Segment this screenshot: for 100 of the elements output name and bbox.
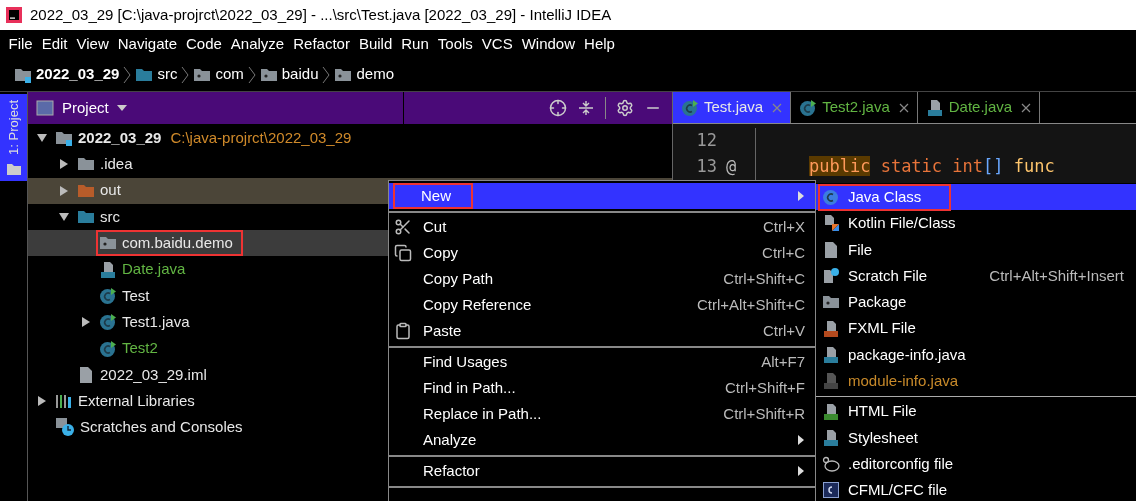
breadcrumb-item[interactable]: src [135,63,178,86]
breadcrumb-item[interactable]: com [193,63,244,86]
menu-item[interactable]: Copy Reference Ctrl+Alt+Shift+C [389,292,815,318]
menu-item[interactable]: Package [816,289,1136,316]
tree-item-label: 2022_03_29 [78,127,162,148]
tree-item-label: Scratches and Consoles [80,417,243,438]
shortcut: Ctrl+Shift+C [723,268,805,289]
cfml-file-icon [822,481,840,500]
close-icon[interactable] [1021,102,1032,113]
menu-bar-item[interactable]: VCS [477,32,518,56]
menu-item[interactable]: Refactor [389,458,815,484]
breadcrumb-separator-icon [247,65,256,84]
dropdown-arrow-icon[interactable] [116,105,127,111]
menu-item[interactable]: package-info.java [816,341,1136,369]
menu-bar-item[interactable]: Tools [433,32,478,56]
menu-item[interactable]: Scratch File Ctrl+Alt+Shift+Insert [816,262,1136,290]
breadcrumb-item[interactable]: demo [334,63,394,86]
shortcut: Ctrl+Alt+Shift+C [697,294,805,315]
menu-item[interactable]: Kotlin File/Class [816,210,1136,237]
expand-arrow-icon[interactable] [58,158,70,171]
tree-item[interactable]: 2022_03_29 C:\java-projrct\2022_03_29 [28,125,672,152]
shortcut: Ctrl+V [762,320,805,341]
menu-bar-item[interactable]: Help [579,32,620,56]
code-line: public static int[] func [809,155,1055,179]
menu-item[interactable]: Find in Path... Ctrl+Shift+F [389,375,815,401]
menu-bar-item[interactable]: Build [354,32,397,56]
class-icon [99,286,117,305]
java-file-icon [822,345,840,364]
menu-item[interactable]: New [389,183,815,209]
menu-item[interactable]: Replace in Path... Ctrl+Shift+R [389,401,815,427]
gutter-mark: @ [724,155,738,179]
fxml-file-icon [822,319,840,338]
tree-item-label: out [100,180,121,201]
project-folder-icon [55,130,73,147]
highlight-frame: New [393,183,473,209]
menu-bar-item[interactable]: Code [181,32,227,56]
tree-item-label: Test2 [122,338,158,359]
menu-item[interactable]: CFML/CFC file [816,477,1136,501]
clipboard-icon [394,322,412,340]
java-file-icon [925,98,944,117]
breadcrumb-item[interactable]: 2022_03_29 [14,63,120,86]
menu-bar-item[interactable]: View [72,32,114,56]
scratches-icon [55,417,75,438]
tool-window-tab[interactable]: 1: Project [0,94,27,181]
expand-arrow-icon[interactable] [36,395,48,408]
folder-icon [135,66,154,83]
java-file-icon [822,372,840,391]
shortcut: Alt+F7 [761,351,805,372]
file-icon [77,365,95,384]
editor-tab[interactable]: Test.java [673,92,792,123]
menu-bar-item[interactable]: Window [517,32,580,56]
menu-bar-item[interactable]: Analyze [226,32,289,56]
close-icon[interactable] [898,102,909,113]
menu-bar-item[interactable]: File [4,32,38,56]
menu-bar-item[interactable]: Navigate [113,32,182,56]
shortcut: Ctrl+Shift+R [723,403,805,424]
shortcut: Ctrl+C [762,242,805,263]
window-title: 2022_03_29 [C:\java-projrct\2022_03_29] - ...\src\Test.java [2022_03_29] - IntelliJ IDEA [30,4,612,25]
tree-item-label: com.baidu.demo [122,233,233,254]
folder-icon [77,156,95,173]
class-icon [99,313,117,332]
menu-bar-item[interactable]: Refactor [288,32,355,56]
submenu-arrow-icon [797,190,805,202]
menu-item[interactable]: Analyze [389,427,815,453]
collapse-all-icon[interactable] [577,99,595,117]
menu-item[interactable]: Copy Path Ctrl+Shift+C [389,266,815,292]
stylesheet-icon [822,428,840,447]
menu-item[interactable]: Stylesheet [816,424,1136,451]
menu-item[interactable]: Paste Ctrl+V [389,318,815,344]
menu-bar-item[interactable]: Edit [37,32,73,56]
tree-item-label: src [100,206,120,227]
menu-item[interactable]: Java Class [816,184,1136,211]
tree-item[interactable]: .idea [28,151,672,178]
menu-item[interactable]: .editorconfig file [816,450,1136,478]
menu-item[interactable]: File [816,236,1136,263]
expand-arrow-icon[interactable] [80,316,92,329]
breadcrumb-separator-icon [181,65,190,84]
menu-item[interactable]: FXML File [816,315,1136,342]
locate-icon[interactable] [549,99,567,117]
package-folder-icon [99,235,117,252]
package-folder-icon [334,66,353,83]
menu-item[interactable]: HTML File [816,398,1136,425]
folder-icon [6,162,21,175]
menu-item[interactable]: Find Usages Alt+F7 [389,349,815,375]
menu-bar-item[interactable]: Run [396,32,434,56]
project-path: C:\java-projrct\2022_03_29 [170,127,352,148]
app-logo-icon [6,7,22,23]
line-number: 13 [695,155,717,179]
tree-item-label: External Libraries [78,390,195,411]
settings-icon[interactable] [616,99,634,117]
panel-title[interactable]: Project [62,96,109,120]
class-icon [99,339,117,358]
expand-arrow-icon[interactable] [58,184,70,197]
class-icon [822,188,840,207]
submenu-arrow-icon [797,434,805,446]
package-folder-icon [193,66,212,83]
breadcrumb-item[interactable]: baidu [259,63,319,86]
html-file-icon [822,402,840,421]
shortcut: Ctrl+Alt+Shift+Insert [989,265,1124,286]
line-number: 12 [695,129,717,153]
